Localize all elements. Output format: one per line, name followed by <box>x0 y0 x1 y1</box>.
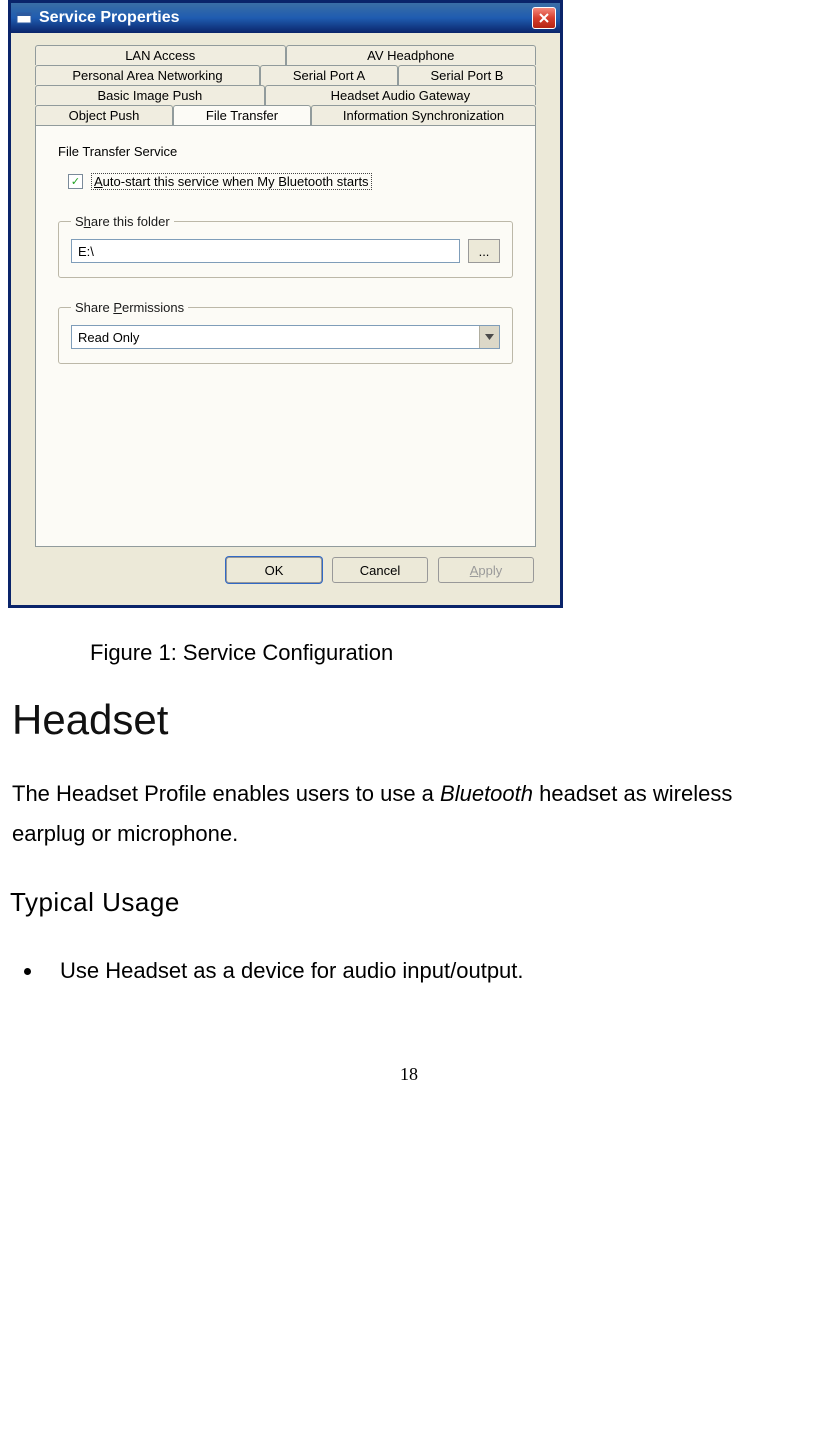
share-folder-legend: Share this folder <box>71 214 174 229</box>
tab-panel: File Transfer Service ✓ Auto-start this … <box>35 125 536 547</box>
apply-button: Apply <box>438 557 534 583</box>
paragraph-headset: The Headset Profile enables users to use… <box>12 774 804 853</box>
tab-info-sync[interactable]: Information Synchronization <box>311 105 536 125</box>
heading-typical-usage: Typical Usage <box>10 887 810 918</box>
heading-headset: Headset <box>12 696 810 744</box>
tab-serial-b[interactable]: Serial Port B <box>398 65 536 85</box>
figure-caption: Figure 1: Service Configuration <box>90 640 810 666</box>
share-folder-input[interactable] <box>71 239 460 263</box>
tab-av-headphone[interactable]: AV Headphone <box>286 45 537 65</box>
list-item: Use Headset as a device for audio input/… <box>44 958 810 984</box>
window-title: Service Properties <box>39 9 532 27</box>
tab-file-transfer[interactable]: File Transfer <box>173 105 311 125</box>
autostart-label[interactable]: Auto-start this service when My Bluetoot… <box>91 173 372 190</box>
tab-object-push[interactable]: Object Push <box>35 105 173 125</box>
tab-lan-access[interactable]: LAN Access <box>35 45 286 65</box>
permissions-value: Read Only <box>72 326 479 348</box>
autostart-checkbox[interactable]: ✓ <box>68 174 83 189</box>
cancel-button[interactable]: Cancel <box>332 557 428 583</box>
service-label: File Transfer Service <box>58 144 513 159</box>
ok-button[interactable]: OK <box>226 557 322 583</box>
titlebar: Service Properties <box>11 3 560 33</box>
share-folder-group: Share this folder ... <box>58 214 513 278</box>
tab-headset-gateway[interactable]: Headset Audio Gateway <box>265 85 536 105</box>
dialog-buttons: OK Cancel Apply <box>19 547 552 597</box>
usage-list: Use Headset as a device for audio input/… <box>44 958 810 984</box>
close-button[interactable] <box>532 7 556 29</box>
permissions-select[interactable]: Read Only <box>71 325 500 349</box>
service-properties-dialog: Service Properties LAN Access AV Headpho… <box>8 0 563 608</box>
dialog-body: LAN Access AV Headphone Personal Area Ne… <box>11 33 560 605</box>
tabstrip: LAN Access AV Headphone Personal Area Ne… <box>35 45 536 125</box>
share-permissions-legend: Share Permissions <box>71 300 188 315</box>
share-permissions-group: Share Permissions Read Only <box>58 300 513 364</box>
tab-image-push[interactable]: Basic Image Push <box>35 85 265 105</box>
app-icon <box>15 9 33 27</box>
browse-button[interactable]: ... <box>468 239 500 263</box>
tab-pan[interactable]: Personal Area Networking <box>35 65 260 85</box>
dropdown-arrow-icon[interactable] <box>479 326 499 348</box>
page-number: 18 <box>8 1064 810 1085</box>
tab-serial-a[interactable]: Serial Port A <box>260 65 398 85</box>
